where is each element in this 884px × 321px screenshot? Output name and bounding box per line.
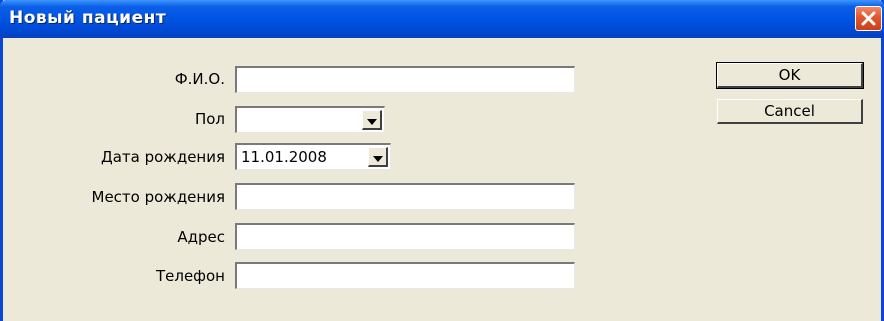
address-label: Адрес: [177, 228, 225, 246]
chevron-down-icon: [372, 148, 383, 166]
dialog-window: Новый пациент Ф.И.О. Пол Дата рождения 1…: [0, 0, 884, 321]
birthdate-picker[interactable]: 11.01.2008: [235, 143, 391, 170]
fio-label: Ф.И.О.: [174, 70, 225, 88]
cancel-button[interactable]: Cancel: [717, 99, 863, 124]
address-field[interactable]: [235, 223, 575, 250]
close-icon: [861, 11, 876, 26]
birthdate-value: 11.01.2008: [241, 148, 327, 166]
close-button[interactable]: [855, 6, 882, 31]
birthdate-label: Дата рождения: [101, 148, 225, 166]
title-bar[interactable]: Новый пациент: [0, 0, 884, 38]
birthplace-label: Место рождения: [91, 188, 226, 206]
ok-button[interactable]: OK: [716, 62, 864, 89]
gender-select[interactable]: [235, 106, 385, 133]
birthdate-dropdown-button[interactable]: [368, 147, 388, 167]
gender-dropdown-button[interactable]: [362, 110, 382, 130]
window-title: Новый пациент: [9, 8, 167, 28]
chevron-down-icon: [366, 111, 377, 129]
gender-label: Пол: [194, 110, 225, 128]
phone-label: Телефон: [155, 267, 225, 285]
birthplace-field[interactable]: [235, 183, 575, 210]
fio-field[interactable]: [235, 66, 575, 93]
phone-field[interactable]: [235, 262, 575, 289]
